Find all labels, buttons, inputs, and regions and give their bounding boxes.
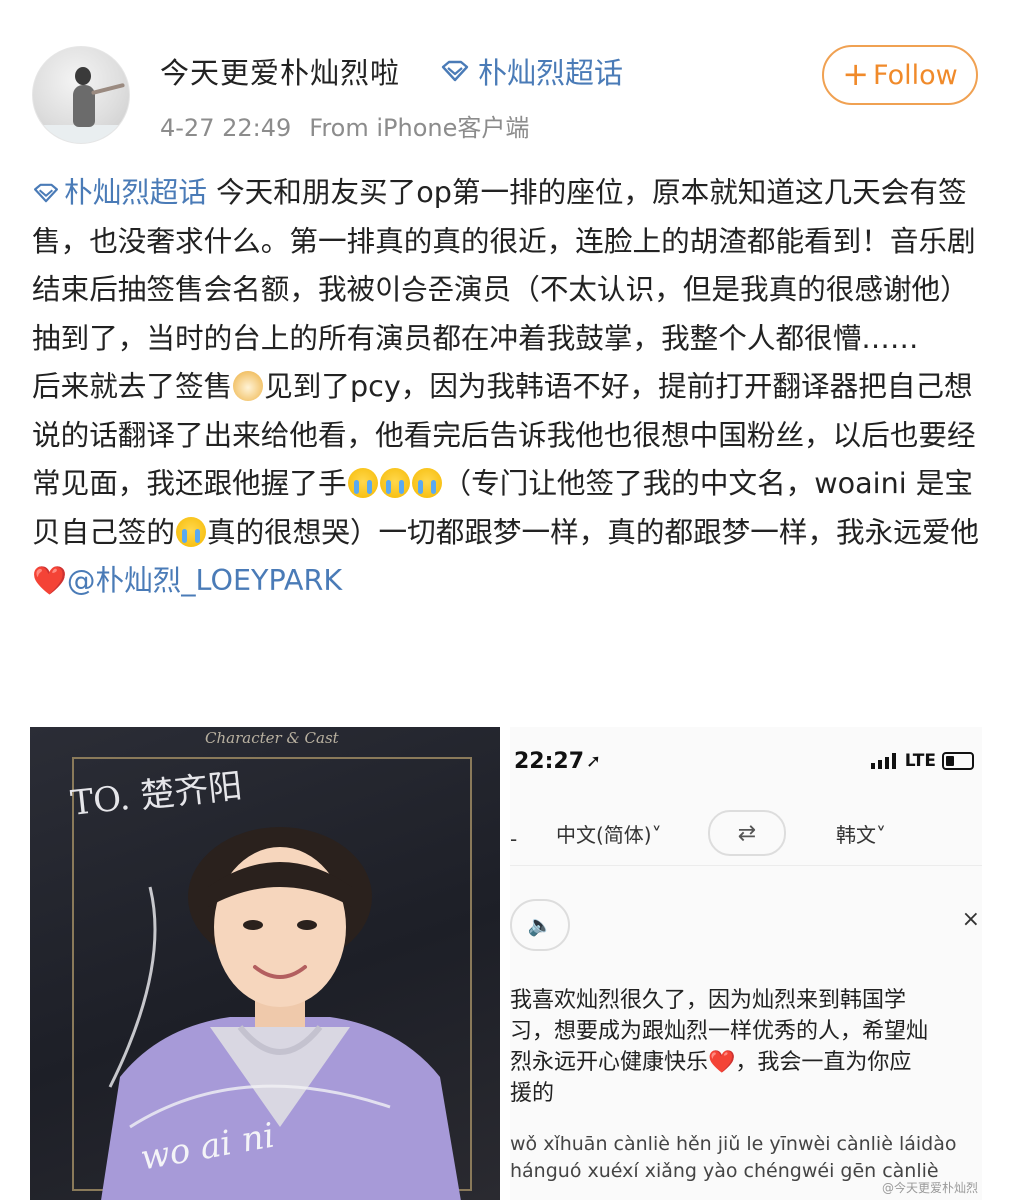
photo-signed-card[interactable]: Character & Cast TO. 楚齐阳 wo ai ni <box>30 727 500 1200</box>
follow-button[interactable]: + Follow <box>822 45 978 105</box>
status-time: 22:27 <box>514 749 585 774</box>
post-text-2a: 后来就去了签售 <box>32 369 233 403</box>
crying-emoji-icon <box>411 468 442 498</box>
topic-link[interactable]: 朴灿烈超话 <box>32 175 207 209</box>
signal-icon <box>870 753 896 769</box>
target-language-select[interactable]: 韩文˅ <box>836 819 886 848</box>
avatar[interactable] <box>32 46 130 144</box>
mention-link[interactable]: @朴灿烈_LOEYPARK <box>67 563 342 597</box>
crying-emoji-icon <box>379 468 410 498</box>
post-timestamp: 4-27 22:49 <box>160 114 292 142</box>
crying-emoji-icon <box>175 516 206 547</box>
follow-label: Follow <box>873 59 958 91</box>
network-label: LTE <box>904 751 936 771</box>
post-meta: 4-27 22:49 From iPhone客户端 <box>160 108 547 143</box>
location-arrow-icon: ➚ <box>586 751 602 772</box>
pinyin-text: wǒ xǐhuān cànliè hěn jiǔ le yīnwèi cànli… <box>510 1133 957 1182</box>
doge-emoji-icon <box>233 371 264 401</box>
lang-dash: - <box>510 827 518 851</box>
topic-link-label: 朴灿烈超话 <box>64 175 207 209</box>
post-body: 朴灿烈超话 今天和朋友买了op第一排的座位，原本就知道这几天会有签售，也没奢求什… <box>32 168 982 606</box>
source-language-select[interactable]: 中文(简体)˅ <box>556 819 662 848</box>
translation-text: 我喜欢灿烈很久了，因为灿烈来到韩国学 习，想要成为跟灿烈一样优秀的人，希望灿 烈… <box>510 985 980 1109</box>
heart-emoji-icon: ❤️ <box>708 1050 736 1075</box>
plus-icon: + <box>842 54 870 93</box>
post-text-2d: 真的很想哭）一切都跟梦一样，真的都跟梦一样，我永远爱他 <box>206 514 980 549</box>
close-icon[interactable]: × <box>962 907 980 932</box>
crying-emoji-icon <box>347 468 378 498</box>
status-indicators: LTE <box>870 751 974 771</box>
username[interactable]: 今天更爱朴灿烈啦 <box>160 50 400 92</box>
diamond-icon <box>441 60 469 82</box>
post-paragraph-2: 后来就去了签售 见到了pcy，因为我韩语不好，提前打开翻译器把自己想说的话翻译了出… <box>32 362 982 606</box>
avatar-figure-arm <box>91 82 125 96</box>
post-source: From iPhone客户端 <box>309 114 530 142</box>
swap-language-button[interactable]: ⇄ <box>708 810 786 856</box>
photo-translator-screenshot[interactable]: 22:27 ➚ LTE - 中文(简体)˅ ⇄ 韩文˅ 🔈 × 我喜欢灿烈很久了… <box>510 727 982 1200</box>
battery-icon <box>942 752 974 770</box>
watermark: @今天更爱朴灿烈 <box>881 1181 978 1195</box>
avatar-ice <box>33 125 129 143</box>
speaker-icon[interactable]: 🔈 <box>510 899 570 951</box>
super-topic-label: 朴灿烈超话 <box>478 56 624 90</box>
super-topic-badge[interactable]: 朴灿烈超话 <box>440 50 623 92</box>
post-paragraph-1: 朴灿烈超话 今天和朋友买了op第一排的座位，原本就知道这几天会有签售，也没奢求什… <box>32 168 982 362</box>
heart-emoji-icon: ❤️ <box>32 564 67 597</box>
card-caption: Character & Cast <box>205 729 339 747</box>
diamond-icon <box>34 183 58 203</box>
avatar-figure-head <box>75 67 91 85</box>
